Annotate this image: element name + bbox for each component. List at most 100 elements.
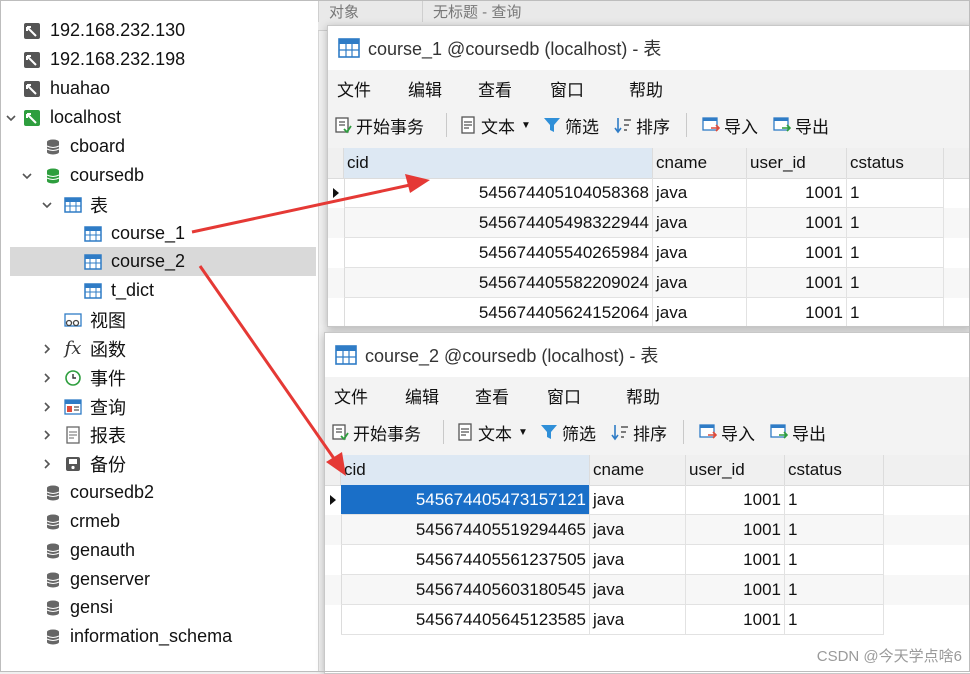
cell-cid[interactable]: 545674405624152064 <box>344 298 653 326</box>
cell-cid[interactable]: 545674405519294465 <box>341 515 590 545</box>
menu-edit[interactable]: 编辑 <box>408 76 442 101</box>
tab-objects[interactable]: 对象 <box>318 0 425 22</box>
column-header-user-id[interactable]: user_id <box>747 148 847 178</box>
tree-item-reports[interactable]: 报表 <box>0 420 318 449</box>
menu-window[interactable]: 窗口 <box>550 76 584 101</box>
cell-cstatus[interactable]: 1 <box>785 605 884 635</box>
cell-cstatus[interactable]: 1 <box>785 485 884 515</box>
chevron-down-icon[interactable] <box>4 111 18 125</box>
cell-user-id[interactable]: 1001 <box>686 485 785 515</box>
cell-cid[interactable]: 545674405603180545 <box>341 575 590 605</box>
tree-item-views[interactable]: 视图 <box>0 305 318 334</box>
cell-user-id[interactable]: 1001 <box>747 178 847 208</box>
cell-user-id[interactable]: 1001 <box>686 545 785 575</box>
tree-item-db-genauth[interactable]: genauth <box>0 536 318 565</box>
cell-cstatus[interactable]: 1 <box>785 575 884 605</box>
cell-cstatus[interactable]: 1 <box>847 208 944 238</box>
cell-cid[interactable]: 545674405498322944 <box>344 208 653 238</box>
tree-item-conn-huahao[interactable]: huahao <box>0 74 318 103</box>
menu-help[interactable]: 帮助 <box>626 383 660 408</box>
cell-cname[interactable]: java <box>590 515 686 545</box>
cell-cname[interactable]: java <box>653 268 747 298</box>
tree-item-db-crmeb[interactable]: crmeb <box>0 507 318 536</box>
sort-button[interactable]: 排序 <box>611 419 667 445</box>
tree-item-conn-130[interactable]: 192.168.232.130 <box>0 16 318 45</box>
cell-cstatus[interactable]: 1 <box>847 238 944 268</box>
text-button[interactable]: 文本 ▼ <box>456 419 528 445</box>
chevron-right-icon[interactable] <box>40 342 54 356</box>
column-header-cstatus[interactable]: cstatus <box>785 455 884 485</box>
cell-cid[interactable]: 545674405104058368 <box>344 178 653 208</box>
cell-user-id[interactable]: 1001 <box>747 208 847 238</box>
table-row[interactable]: 545674405519294465 java 1001 1 <box>325 515 970 545</box>
cell-cname[interactable]: java <box>653 178 747 208</box>
column-header-cname[interactable]: cname <box>653 148 747 178</box>
tree-item-table-t-dict[interactable]: t_dict <box>0 276 318 305</box>
chevron-right-icon[interactable] <box>40 457 54 471</box>
chevron-down-icon[interactable] <box>20 169 34 183</box>
column-header-cname[interactable]: cname <box>590 455 686 485</box>
cell-cname[interactable]: java <box>590 575 686 605</box>
tree-item-table-course-1[interactable]: course_1 <box>0 219 318 248</box>
cell-cstatus[interactable]: 1 <box>847 178 944 208</box>
table-row[interactable]: 545674405540265984 java 1001 1 <box>328 238 970 268</box>
cell-user-id[interactable]: 1001 <box>747 268 847 298</box>
menu-file[interactable]: 文件 <box>337 76 371 101</box>
tree-item-db-genserver[interactable]: genserver <box>0 565 318 594</box>
filter-button[interactable]: 筛选 <box>540 419 596 445</box>
cell-cname[interactable]: java <box>653 298 747 326</box>
tree-item-tables-folder[interactable]: 表 <box>0 190 318 219</box>
export-button[interactable]: 导出 <box>773 112 829 138</box>
column-header-cid[interactable]: cid <box>344 148 653 178</box>
tab-untitled-query[interactable]: 无标题 - 查询 <box>422 0 723 22</box>
import-button[interactable]: 导入 <box>702 112 758 138</box>
cell-cstatus[interactable]: 1 <box>785 545 884 575</box>
column-header-cstatus[interactable]: cstatus <box>847 148 944 178</box>
chevron-right-icon[interactable] <box>40 400 54 414</box>
menu-edit[interactable]: 编辑 <box>405 383 439 408</box>
cell-cname[interactable]: java <box>590 545 686 575</box>
column-header-cid[interactable]: cid <box>341 455 590 485</box>
cell-cname[interactable]: java <box>590 605 686 635</box>
table-row[interactable]: 545674405498322944 java 1001 1 <box>328 208 970 238</box>
text-button[interactable]: 文本 ▼ <box>459 112 531 138</box>
window-title-bar[interactable]: course_1 @coursedb (localhost) - 表 <box>328 26 970 70</box>
cell-cid[interactable]: 545674405540265984 <box>344 238 653 268</box>
menu-file[interactable]: 文件 <box>334 383 368 408</box>
tree-item-functions[interactable]: fx 函数 <box>0 334 318 363</box>
cell-user-id[interactable]: 1001 <box>686 605 785 635</box>
tree-item-db-coursedb2[interactable]: coursedb2 <box>0 478 318 507</box>
menu-view[interactable]: 查看 <box>475 383 509 408</box>
tree-item-queries[interactable]: 查询 <box>0 392 318 421</box>
tree-item-conn-198[interactable]: 192.168.232.198 <box>0 45 318 74</box>
tree-item-backups[interactable]: 备份 <box>0 449 318 478</box>
menu-view[interactable]: 查看 <box>478 76 512 101</box>
begin-transaction-button[interactable]: 开始事务 <box>331 419 421 445</box>
cell-cstatus[interactable]: 1 <box>785 515 884 545</box>
chevron-right-icon[interactable] <box>40 371 54 385</box>
cell-cid[interactable]: 545674405645123585 <box>341 605 590 635</box>
sort-button[interactable]: 排序 <box>614 112 670 138</box>
tree-item-db-coursedb[interactable]: coursedb <box>0 161 318 190</box>
chevron-down-icon[interactable] <box>40 198 54 212</box>
tree-item-table-course-2[interactable]: course_2 <box>10 247 316 276</box>
chevron-right-icon[interactable] <box>40 428 54 442</box>
begin-transaction-button[interactable]: 开始事务 <box>334 112 424 138</box>
table-row[interactable]: 545674405104058368 java 1001 1 <box>328 178 970 208</box>
export-button[interactable]: 导出 <box>770 419 826 445</box>
cell-user-id[interactable]: 1001 <box>747 238 847 268</box>
table-row[interactable]: 545674405624152064 java 1001 1 <box>328 298 970 326</box>
import-button[interactable]: 导入 <box>699 419 755 445</box>
tree-item-db-gensi[interactable]: gensi <box>0 593 318 622</box>
cell-cstatus[interactable]: 1 <box>847 298 944 326</box>
window-title-bar[interactable]: course_2 @coursedb (localhost) - 表 <box>325 333 970 377</box>
cell-cname[interactable]: java <box>590 485 686 515</box>
cell-cstatus[interactable]: 1 <box>847 268 944 298</box>
menu-help[interactable]: 帮助 <box>629 76 663 101</box>
table-row[interactable]: 545674405561237505 java 1001 1 <box>325 545 970 575</box>
filter-button[interactable]: 筛选 <box>543 112 599 138</box>
tree-item-events[interactable]: 事件 <box>0 363 318 392</box>
tree-item-db-information-schema[interactable]: information_schema <box>0 622 318 651</box>
cell-user-id[interactable]: 1001 <box>686 575 785 605</box>
cell-cname[interactable]: java <box>653 238 747 268</box>
